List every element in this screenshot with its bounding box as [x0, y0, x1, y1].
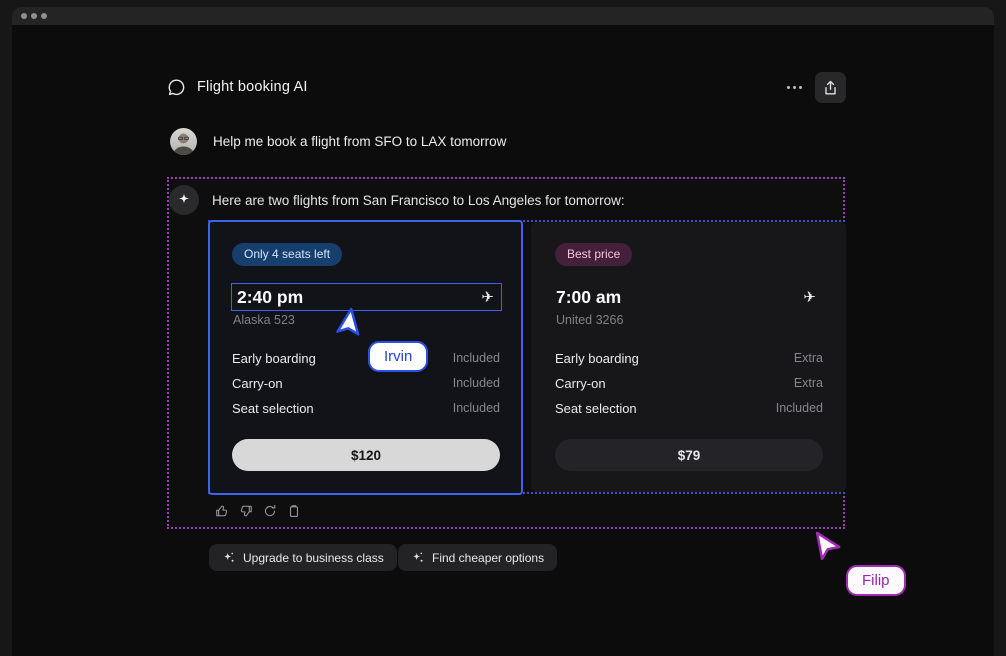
window-control-close[interactable] — [21, 13, 27, 19]
sparkle-icon — [175, 191, 193, 209]
suggestion-chip-upgrade[interactable]: Upgrade to business class — [209, 544, 397, 571]
app-window: Flight booking AI Help me boo — [12, 7, 994, 656]
screenshot-root: Flight booking AI Help me boo — [0, 0, 1006, 656]
page-title: Flight booking AI — [197, 79, 308, 95]
user-message: Help me book a flight from SFO to LAX to… — [170, 128, 506, 155]
cursor-label-irvin: Irvin — [368, 341, 428, 372]
sparkle-icon — [222, 551, 235, 564]
seats-left-badge: Only 4 seats left — [232, 243, 342, 266]
message-actions — [214, 503, 301, 518]
share-button[interactable] — [815, 72, 846, 103]
ellipsis-icon — [787, 86, 790, 89]
ai-message-text: Here are two flights from San Francisco … — [212, 193, 625, 208]
thumbs-up-icon[interactable] — [214, 503, 229, 518]
flight-number: United 3266 — [556, 313, 623, 327]
feature-row: Carry-on Extra — [555, 373, 823, 393]
flight-time-row-selected[interactable]: 2:40 pm ✈ — [231, 283, 502, 311]
suggestion-label: Upgrade to business class — [243, 551, 384, 565]
share-icon — [823, 80, 838, 96]
regenerate-icon[interactable] — [262, 503, 277, 518]
feature-row: Seat selection Included — [232, 398, 500, 418]
feature-row: Early boarding Included — [232, 348, 500, 368]
more-options-button[interactable] — [780, 77, 808, 97]
feature-row: Seat selection Included — [555, 398, 823, 418]
chat-bubble-icon — [167, 78, 186, 97]
book-button-united[interactable]: $79 — [555, 439, 823, 471]
copy-icon[interactable] — [286, 503, 301, 518]
feature-row: Carry-on Included — [232, 373, 500, 393]
cursor-filip-icon — [810, 531, 844, 565]
user-avatar — [170, 128, 197, 155]
flight-time: 2:40 pm — [237, 287, 303, 308]
chat-header: Flight booking AI — [167, 71, 308, 103]
suggestion-label: Find cheaper options — [432, 551, 544, 565]
window-control-minimize[interactable] — [31, 13, 37, 19]
flight-time-row: 7:00 am ✈ — [555, 283, 823, 311]
book-button-alaska[interactable]: $120 — [232, 439, 500, 471]
plane-icon: ✈ — [803, 288, 816, 306]
ai-avatar — [169, 185, 199, 215]
flight-time: 7:00 am — [556, 287, 621, 308]
window-titlebar — [12, 7, 994, 25]
cursor-label-filip: Filip — [846, 565, 906, 596]
flight-number: Alaska 523 — [233, 313, 295, 327]
feature-row: Early boarding Extra — [555, 348, 823, 368]
thumbs-down-icon[interactable] — [238, 503, 253, 518]
window-control-zoom[interactable] — [41, 13, 47, 19]
plane-icon: ✈ — [481, 288, 494, 306]
best-price-badge: Best price — [555, 243, 632, 266]
user-message-text: Help me book a flight from SFO to LAX to… — [213, 134, 506, 149]
sparkle-icon — [411, 551, 424, 564]
suggestion-chip-cheaper[interactable]: Find cheaper options — [398, 544, 557, 571]
